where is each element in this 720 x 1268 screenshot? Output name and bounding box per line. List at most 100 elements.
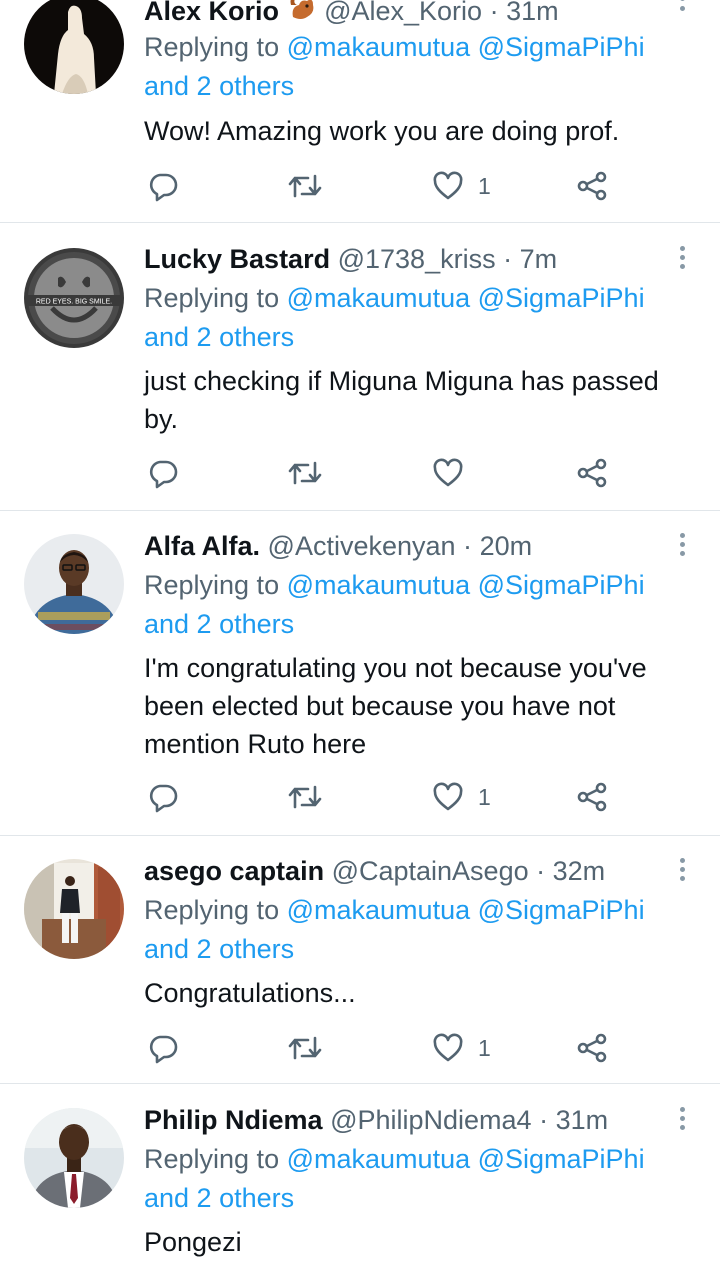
more-vertical-icon[interactable] xyxy=(672,533,692,563)
replying-to-label: Replying to xyxy=(144,895,280,925)
display-name[interactable]: Alex Korio xyxy=(144,0,279,26)
others-link[interactable]: and 2 others xyxy=(144,1183,294,1213)
reply-button[interactable] xyxy=(147,455,179,491)
tweet-text: Congratulations... xyxy=(144,978,356,1008)
avatar[interactable] xyxy=(24,1108,124,1208)
share-icon xyxy=(577,1033,607,1063)
reply-icon xyxy=(149,173,178,202)
retweet-button[interactable] xyxy=(288,168,322,204)
like-count: 1 xyxy=(478,172,491,199)
tweet-text-line: just checking if Miguna Miguna has passe… xyxy=(144,366,659,396)
share-button[interactable] xyxy=(576,779,608,815)
share-button[interactable] xyxy=(576,168,608,204)
replying-to-label: Replying to xyxy=(144,1144,280,1174)
share-button[interactable] xyxy=(576,1030,608,1066)
user-handle[interactable]: @Activekenyan xyxy=(268,531,456,561)
others-link[interactable]: and 2 others xyxy=(144,934,294,964)
tweet-text: Wow! Amazing work you are doing prof. xyxy=(144,116,620,146)
mention-links[interactable]: @makaumutua @SigmaPiPhi xyxy=(287,1144,645,1174)
more-vertical-icon[interactable] xyxy=(672,246,692,276)
tweet-4[interactable]: asego captain @CaptainAsego · 32m Replyi… xyxy=(0,854,720,1082)
tweet-actions: 1 xyxy=(0,168,720,204)
timestamp[interactable]: 31m xyxy=(556,1105,609,1135)
tweet-text-line: I'm congratulating you not because you'v… xyxy=(144,653,647,683)
mention-links[interactable]: @makaumutua @SigmaPiPhi xyxy=(287,283,645,313)
replying-to: Replying to @makaumutua @SigmaPiPhi and … xyxy=(144,566,645,644)
retweet-button[interactable] xyxy=(288,779,322,815)
display-name[interactable]: Philip Ndiema xyxy=(144,1105,323,1135)
share-button[interactable] xyxy=(576,455,608,491)
user-handle[interactable]: @PhilipNdiema4 xyxy=(330,1105,532,1135)
person-photo-avatar-icon xyxy=(24,534,124,634)
replying-to-label: Replying to xyxy=(144,570,280,600)
timestamp[interactable]: 31m xyxy=(506,0,559,26)
replying-to: Replying to @makaumutua @SigmaPiPhi and … xyxy=(144,28,645,106)
retweet-icon xyxy=(288,785,322,809)
like-button[interactable]: 1 xyxy=(432,779,491,815)
timestamp[interactable]: 7m xyxy=(520,244,558,274)
avatar[interactable] xyxy=(24,0,124,94)
timestamp[interactable]: 20m xyxy=(480,531,533,561)
retweet-button[interactable] xyxy=(288,455,322,491)
others-link[interactable]: and 2 others xyxy=(144,71,294,101)
tweet-text-line: been elected but because you have not xyxy=(144,691,616,721)
display-name[interactable]: Alfa Alfa. xyxy=(144,531,260,561)
avatar-caption: RED EYES. BIG SMILE. xyxy=(36,299,112,306)
retweet-icon xyxy=(288,174,322,198)
separator-dot: · xyxy=(539,1105,549,1135)
avatar[interactable] xyxy=(24,859,124,959)
share-icon xyxy=(577,782,607,812)
replying-to-label: Replying to xyxy=(144,283,280,313)
separator-dot: · xyxy=(463,531,473,561)
timestamp[interactable]: 32m xyxy=(553,856,606,886)
display-name[interactable]: Lucky Bastard xyxy=(144,244,330,274)
suit-person-avatar-icon xyxy=(24,1108,124,1208)
tweet-actions: 1 xyxy=(0,1030,720,1066)
mention-links[interactable]: @makaumutua @SigmaPiPhi xyxy=(287,895,645,925)
like-button[interactable]: 1 xyxy=(432,1030,491,1066)
tweet-text: just checking if Miguna Miguna has passe… xyxy=(144,362,704,438)
avatar[interactable]: RED EYES. BIG SMILE. xyxy=(24,248,124,348)
tweet-actions xyxy=(0,455,720,491)
tweet-header: Alex Korio @Alex_Korio · 31m xyxy=(144,0,559,28)
separator-dot: · xyxy=(536,856,546,886)
separator-dot: · xyxy=(489,0,499,26)
retweet-icon xyxy=(288,461,322,485)
tweet-divider xyxy=(0,510,720,511)
mention-links[interactable]: @makaumutua @SigmaPiPhi xyxy=(287,570,645,600)
reply-button[interactable] xyxy=(147,1030,179,1066)
tweet-5[interactable]: Philip Ndiema @PhilipNdiema4 · 31m Reply… xyxy=(0,1103,720,1268)
reply-button[interactable] xyxy=(147,168,179,204)
like-button[interactable] xyxy=(432,455,464,491)
tweet-2[interactable]: RED EYES. BIG SMILE. Lucky Bastard @1738… xyxy=(0,242,720,508)
reply-button[interactable] xyxy=(147,779,179,815)
replying-to: Replying to @makaumutua @SigmaPiPhi and … xyxy=(144,891,645,969)
mention-links[interactable]: @makaumutua @SigmaPiPhi xyxy=(287,32,645,62)
more-vertical-icon[interactable] xyxy=(672,1107,692,1137)
replying-to: Replying to @makaumutua @SigmaPiPhi and … xyxy=(144,279,645,357)
more-vertical-icon[interactable] xyxy=(672,858,692,888)
heart-icon xyxy=(433,458,463,487)
separator-dot: · xyxy=(503,244,513,274)
replying-to: Replying to @makaumutua @SigmaPiPhi and … xyxy=(144,1140,645,1218)
like-button[interactable]: 1 xyxy=(432,168,491,204)
retweet-button[interactable] xyxy=(288,1030,322,1066)
user-handle[interactable]: @1738_kriss xyxy=(338,244,496,274)
share-icon xyxy=(577,458,607,488)
tweet-text-line: mention Ruto here xyxy=(144,729,367,759)
user-handle[interactable]: @Alex_Korio xyxy=(324,0,482,26)
avatar[interactable] xyxy=(24,534,124,634)
share-icon xyxy=(577,171,607,201)
others-link[interactable]: and 2 others xyxy=(144,609,294,639)
like-count: 1 xyxy=(478,1034,491,1061)
heart-icon xyxy=(433,1033,463,1062)
user-handle[interactable]: @CaptainAsego xyxy=(332,856,529,886)
display-name[interactable]: asego captain xyxy=(144,856,324,886)
others-link[interactable]: and 2 others xyxy=(144,322,294,352)
heart-icon xyxy=(433,782,463,811)
dark-silhouette-avatar-icon xyxy=(24,0,124,94)
tweet-3[interactable]: Alfa Alfa. @Activekenyan · 20m Replying … xyxy=(0,529,720,833)
tweet-divider xyxy=(0,835,720,836)
tweet-1[interactable]: Alex Korio @Alex_Korio · 31m Replying to… xyxy=(0,0,720,222)
more-vertical-icon[interactable] xyxy=(672,0,692,24)
